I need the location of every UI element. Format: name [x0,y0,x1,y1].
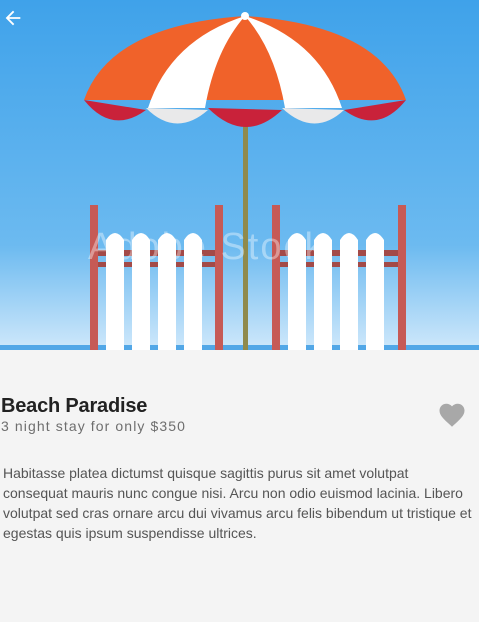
listing-subtitle: 3 night stay for only $350 [1,418,187,434]
listing-title: Beach Paradise [1,395,148,417]
arrow-left-icon [5,10,21,26]
listing-header: Beach Paradise 3 night stay for only $35… [1,395,421,435]
favorite-button[interactable] [437,400,467,430]
listing-description: Habitasse platea dictumst quisque sagitt… [3,465,472,541]
watermark-text: Adobe Stock [88,226,326,268]
beach-umbrella-illustration [0,0,479,350]
hero-image: Adobe Stock [0,0,479,350]
heart-icon [439,403,465,427]
back-button[interactable] [2,7,24,29]
